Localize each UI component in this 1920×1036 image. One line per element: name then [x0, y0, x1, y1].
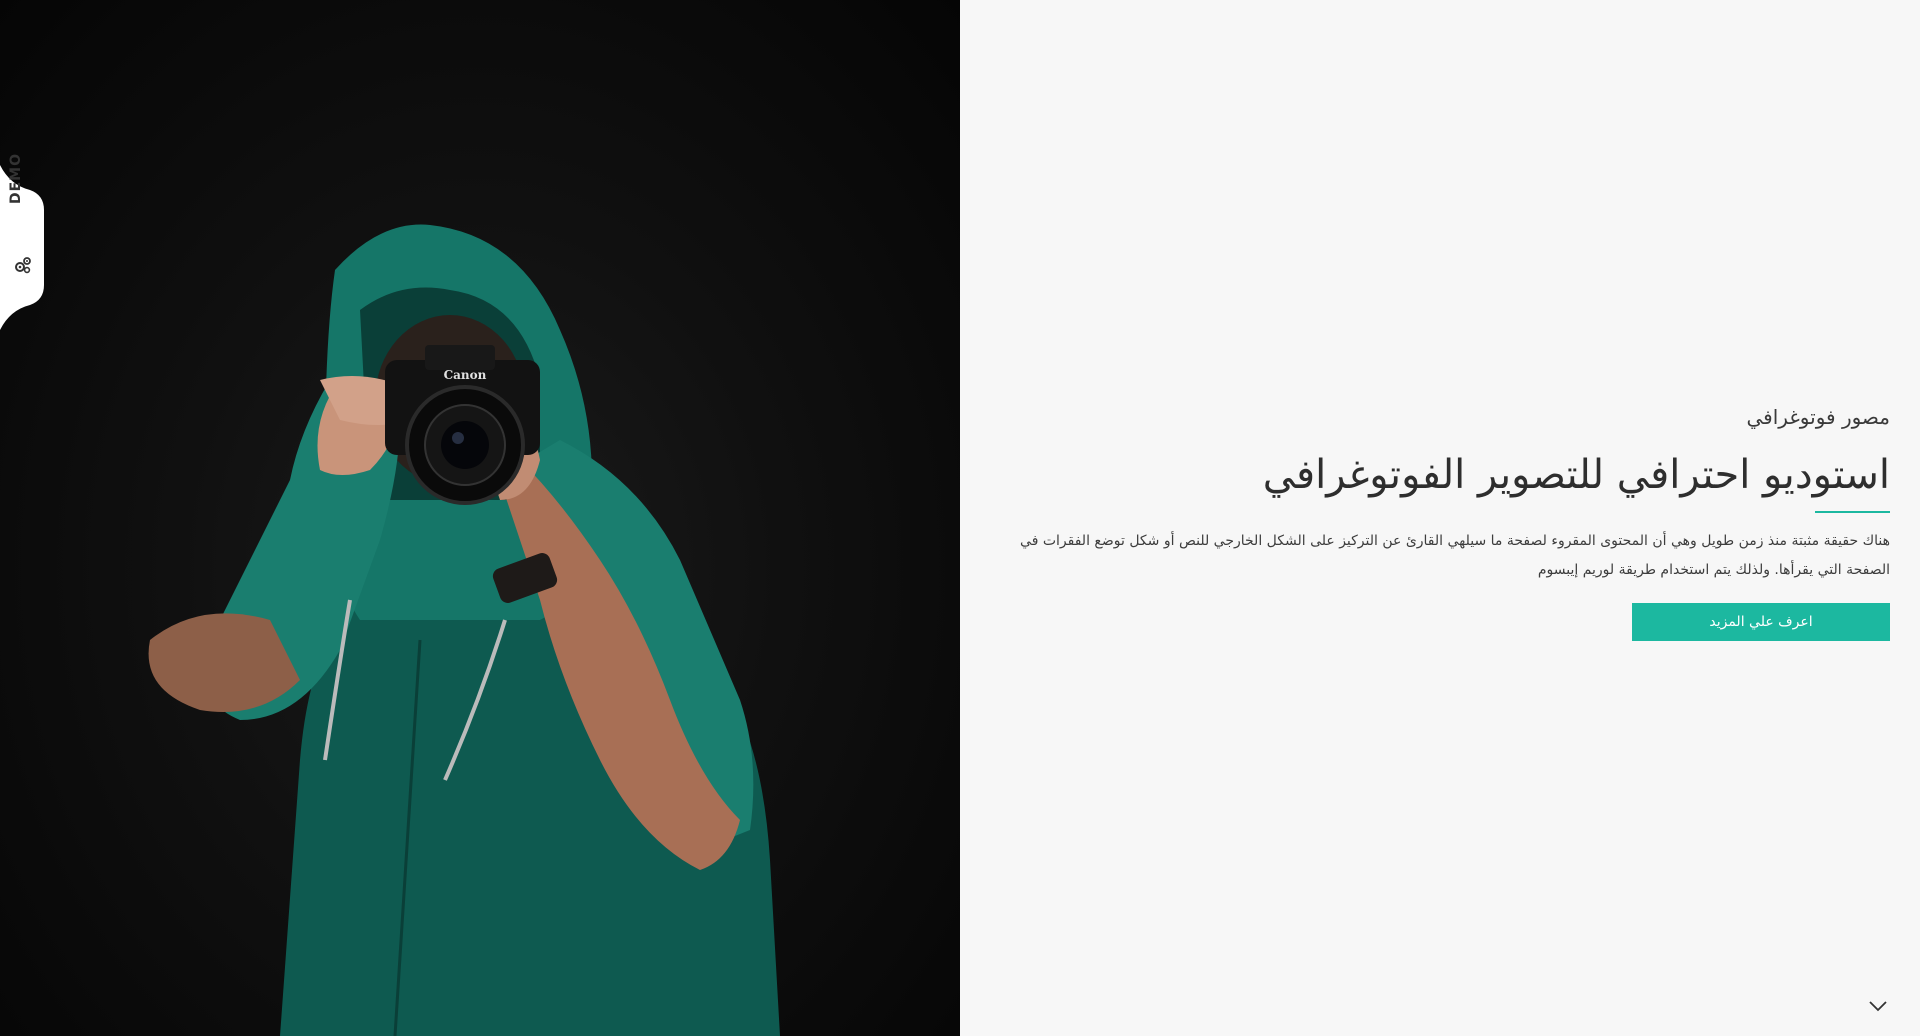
chevron-down-icon[interactable] [1868, 998, 1888, 1012]
hero-photo: Canon [0, 0, 960, 1036]
photographer-image: Canon [148, 224, 780, 1036]
title-underline [1815, 511, 1890, 513]
page: Canon DEMO مصور فوتوغرافي استوديو احتراف… [0, 0, 1920, 1036]
gears-icon[interactable] [14, 256, 32, 274]
svg-text:Canon: Canon [444, 368, 487, 382]
hero-subtitle: مصور فوتوغرافي [1746, 405, 1890, 429]
hero-content: مصور فوتوغرافي استوديو احترافي للتصوير ا… [990, 405, 1890, 641]
hero-title: استوديو احترافي للتصوير الفوتوغرافي [1262, 452, 1890, 498]
demo-tab-label[interactable]: DEMO [8, 153, 24, 204]
learn-more-button[interactable]: اعرف علي المزيد [1632, 603, 1890, 641]
hero-description: هناك حقيقة مثبتة منذ زمن طويل وهي أن الم… [1020, 533, 1890, 578]
